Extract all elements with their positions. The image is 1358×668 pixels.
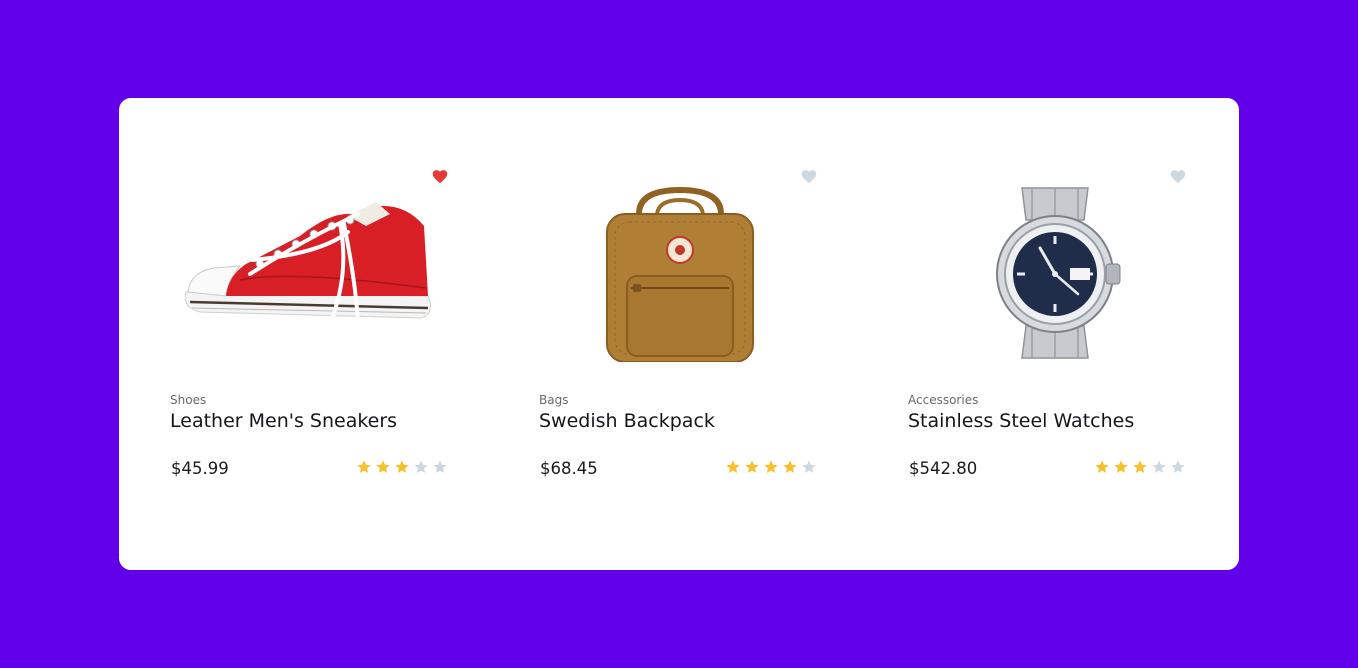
star-empty-icon	[414, 460, 428, 473]
product-image[interactable]	[180, 184, 442, 362]
product-category: Accessories	[908, 393, 979, 407]
star-filled-icon	[357, 460, 371, 473]
product-category: Shoes	[170, 393, 207, 407]
product-card[interactable]: Shoes Leather Men's Sneakers $45.99	[170, 98, 500, 570]
heart-icon	[432, 170, 448, 184]
heart-icon	[1170, 170, 1186, 184]
product-panel: Shoes Leather Men's Sneakers $45.99 Bags…	[119, 98, 1239, 570]
star-rating	[1094, 459, 1186, 477]
star-empty-icon	[433, 460, 447, 473]
product-title[interactable]: Swedish Backpack	[539, 410, 715, 432]
watch-image	[996, 187, 1121, 359]
product-card[interactable]: Bags Swedish Backpack $68.45	[539, 98, 869, 570]
backpack-image	[606, 186, 754, 362]
product-category: Bags	[539, 393, 569, 407]
product-price: $45.99	[171, 459, 229, 478]
star-filled-icon	[395, 460, 409, 473]
star-filled-icon	[1095, 460, 1109, 473]
star-filled-icon	[1114, 460, 1128, 473]
product-title[interactable]: Leather Men's Sneakers	[170, 410, 397, 432]
star-filled-icon	[745, 460, 759, 473]
product-price: $542.80	[909, 459, 978, 478]
star-rating	[725, 459, 817, 477]
product-title[interactable]: Stainless Steel Watches	[908, 410, 1134, 432]
star-filled-icon	[764, 460, 778, 473]
product-image[interactable]	[549, 184, 811, 362]
star-filled-icon	[376, 460, 390, 473]
product-price: $68.45	[540, 459, 598, 478]
sneaker-image	[184, 202, 431, 326]
star-filled-icon	[1133, 460, 1147, 473]
star-empty-icon	[1171, 460, 1185, 473]
star-rating	[356, 459, 448, 477]
heart-icon	[801, 170, 817, 184]
product-image[interactable]	[918, 184, 1180, 362]
star-empty-icon	[1152, 460, 1166, 473]
star-filled-icon	[726, 460, 740, 473]
star-empty-icon	[802, 460, 816, 473]
product-card[interactable]: Accessories Stainless Steel Watches $542…	[908, 98, 1238, 570]
star-filled-icon	[783, 460, 797, 473]
